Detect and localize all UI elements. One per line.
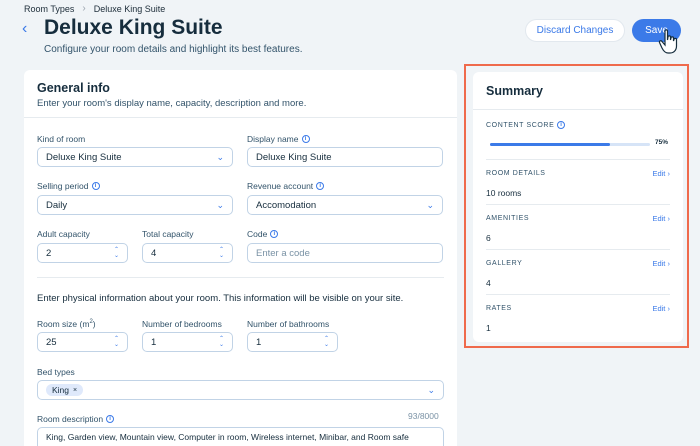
edit-link[interactable]: Edit ›: [652, 214, 670, 223]
discard-changes-button[interactable]: Discard Changes: [525, 19, 625, 42]
content-score-section: CONTENT SCORE i: [486, 121, 670, 129]
total-capacity-value: 4: [151, 247, 157, 259]
bedrooms-stepper[interactable]: 1 ⌃ ⌄: [142, 332, 233, 352]
room-description-textarea[interactable]: King, Garden view, Mountain view, Comput…: [37, 427, 444, 446]
stepper-arrows-icon[interactable]: ⌃ ⌄: [114, 247, 119, 259]
breadcrumb-parent[interactable]: Room Types: [24, 4, 74, 14]
back-arrow-icon[interactable]: ‹: [22, 21, 34, 37]
bathrooms-value: 1: [256, 336, 262, 348]
display-name-value: Deluxe King Suite: [256, 151, 332, 163]
section-value: 6: [486, 233, 491, 243]
content-score-bar: [490, 143, 650, 146]
bedrooms-value: 1: [151, 336, 157, 348]
summary-highlight: Summary CONTENT SCORE i 75% ROOM DETAILS E…: [464, 64, 689, 348]
bathrooms-stepper[interactable]: 1 ⌃ ⌄: [247, 332, 338, 352]
info-icon[interactable]: i: [91, 182, 100, 190]
section-value: 1: [486, 323, 491, 333]
general-info-header: General info Enter your room's display n…: [24, 70, 457, 118]
section-value: 10 rooms: [486, 188, 522, 198]
divider: [37, 277, 444, 278]
section-value: 4: [486, 278, 491, 288]
bed-types-select[interactable]: King × ⌄: [37, 380, 444, 400]
hand-cursor-icon: [658, 29, 678, 54]
info-icon[interactable]: i: [316, 182, 325, 190]
section-title: AMENITIES: [486, 215, 530, 222]
divider: [486, 159, 670, 160]
general-info-description: Enter your room's display name, capacity…: [37, 98, 307, 109]
total-capacity-stepper[interactable]: 4 ⌃ ⌄: [142, 243, 233, 263]
selling-period-label: Selling period i: [37, 181, 100, 191]
chevron-down-icon: ⌄: [216, 151, 224, 162]
stepper-arrows-icon[interactable]: ⌃ ⌄: [324, 336, 329, 348]
room-size-stepper[interactable]: 25 ⌃ ⌄: [37, 332, 128, 352]
kind-of-room-label: Kind of room: [37, 134, 86, 144]
gallery-section: GALLERY Edit › 4: [486, 259, 670, 288]
stepper-arrows-icon[interactable]: ⌃ ⌄: [219, 247, 224, 259]
summary-card: Summary CONTENT SCORE i 75% ROOM DETAILS E…: [473, 72, 683, 342]
chevron-down-icon: ⌄: [426, 199, 434, 210]
content-score-label: CONTENT SCORE: [486, 121, 555, 129]
info-icon[interactable]: i: [557, 121, 566, 129]
chevron-down-icon: ⌄: [216, 199, 224, 210]
code-input[interactable]: Enter a code: [247, 243, 443, 263]
section-title: ROOM DETAILS: [486, 170, 546, 177]
revenue-account-value: Accomodation: [256, 199, 317, 211]
revenue-account-select[interactable]: Accomodation ⌄: [247, 195, 443, 215]
stepper-arrows-icon[interactable]: ⌃ ⌄: [114, 336, 119, 348]
content-score-percent: 75%: [655, 139, 669, 146]
info-icon[interactable]: i: [270, 230, 279, 238]
kind-of-room-value: Deluxe King Suite: [46, 151, 122, 163]
content-score-fill: [490, 143, 610, 146]
adult-capacity-label: Adult capacity: [37, 229, 90, 239]
edit-link[interactable]: Edit ›: [652, 169, 670, 178]
total-capacity-label: Total capacity: [142, 229, 194, 239]
room-size-value: 25: [46, 336, 57, 348]
adult-capacity-stepper[interactable]: 2 ⌃ ⌄: [37, 243, 128, 263]
breadcrumb: Room Types › Deluxe King Suite: [24, 3, 165, 14]
selling-period-value: Daily: [46, 199, 68, 211]
general-info-title: General info: [37, 81, 110, 95]
bed-types-label: Bed types: [37, 367, 75, 377]
page-title: Deluxe King Suite: [44, 16, 223, 39]
divider: [486, 294, 670, 295]
bed-type-tag: King ×: [46, 384, 84, 396]
remove-tag-icon[interactable]: ×: [73, 387, 77, 394]
section-title: RATES: [486, 305, 512, 312]
selling-period-select[interactable]: Daily ⌄: [37, 195, 233, 215]
kind-of-room-select[interactable]: Deluxe King Suite ⌄: [37, 147, 233, 167]
breadcrumb-current: Deluxe King Suite: [93, 3, 166, 14]
code-label: Code i: [247, 229, 279, 239]
divider: [486, 249, 670, 250]
bathrooms-label: Number of bathrooms: [247, 319, 330, 329]
info-icon[interactable]: i: [301, 135, 310, 143]
revenue-account-label: Revenue account i: [247, 181, 325, 191]
code-placeholder: Enter a code: [256, 247, 310, 259]
physical-info-text: Enter physical information about your ro…: [37, 293, 404, 304]
room-details-section: ROOM DETAILS Edit › 10 rooms: [486, 169, 670, 198]
display-name-input[interactable]: Deluxe King Suite: [247, 147, 443, 167]
display-name-label: Display name i: [247, 134, 310, 144]
character-counter: 93/8000: [408, 411, 439, 421]
page-subtitle: Configure your room details and highligh…: [44, 44, 303, 55]
edit-link[interactable]: Edit ›: [652, 304, 670, 313]
chevron-down-icon: ⌄: [427, 384, 435, 395]
edit-link[interactable]: Edit ›: [652, 259, 670, 268]
bedrooms-label: Number of bedrooms: [142, 319, 222, 329]
section-title: GALLERY: [486, 260, 523, 267]
adult-capacity-value: 2: [46, 247, 52, 259]
divider: [486, 204, 670, 205]
stepper-arrows-icon[interactable]: ⌃ ⌄: [219, 336, 224, 348]
amenities-section: AMENITIES Edit › 6: [486, 214, 670, 243]
chevron-right-icon: ›: [82, 3, 86, 14]
info-icon[interactable]: i: [106, 415, 115, 423]
summary-title: Summary: [473, 72, 683, 110]
rates-section: RATES Edit › 1: [486, 304, 670, 333]
room-description-label: Room description i: [37, 414, 115, 424]
room-size-label: Room size (m2): [37, 319, 96, 329]
